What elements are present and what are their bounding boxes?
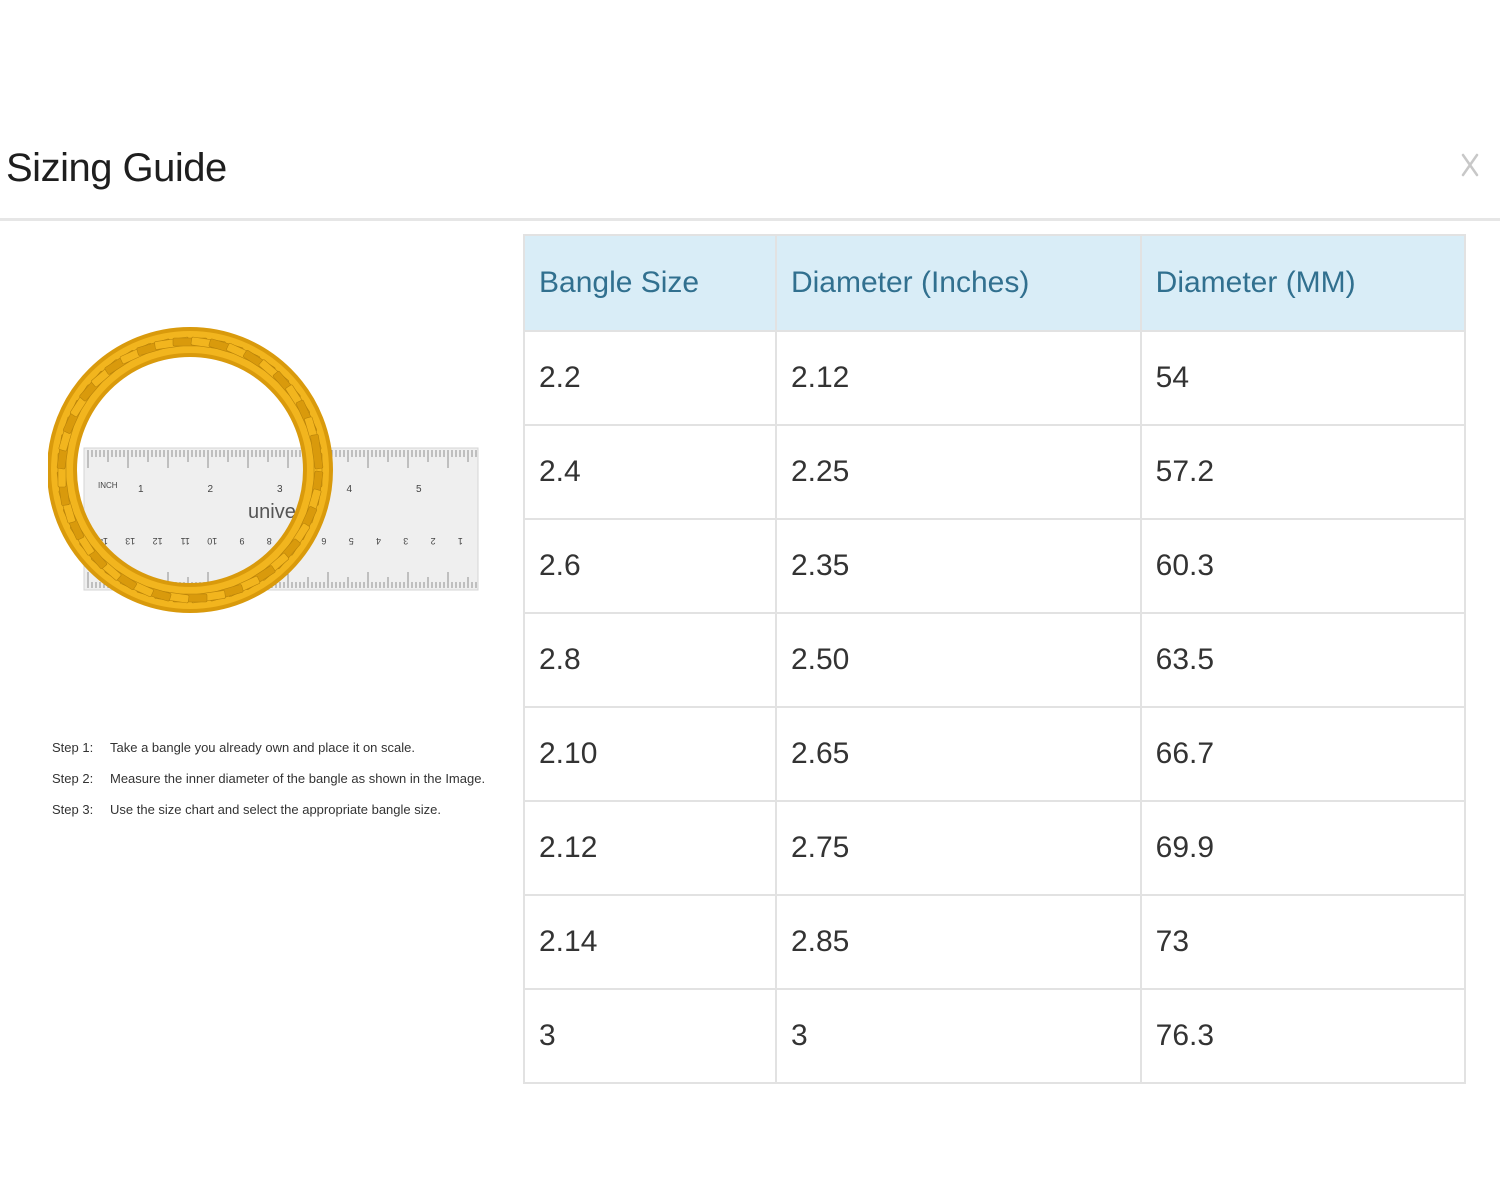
cell-bangle-size: 2.10 [523, 706, 777, 802]
ruler-inch-number: 1 [138, 484, 144, 495]
cell-diameter-mm: 54 [1139, 330, 1467, 426]
modal-header: Sizing Guide [0, 128, 1500, 221]
table-row: 2.10 2.65 66.7 [523, 706, 1467, 802]
cell-bangle-size: 2.2 [523, 330, 777, 426]
cell-bangle-size: 2.8 [523, 612, 777, 708]
table-row: 2.6 2.35 60.3 [523, 518, 1467, 614]
ruler-cm-number: 4 [376, 536, 381, 546]
step-label: Step 2: [52, 771, 94, 786]
ruler-cm-number: 12 [153, 536, 163, 546]
cell-diameter-inches: 2.25 [774, 424, 1142, 520]
cell-diameter-mm: 66.7 [1139, 706, 1467, 802]
ruler-cm-number: 11 [181, 536, 190, 546]
step-item: Step 2: Measure the inner diameter of th… [52, 763, 492, 794]
cell-bangle-size: 3 [523, 988, 777, 1084]
ruler-cm-number: 5 [349, 536, 354, 546]
table-row: 2.12 2.75 69.9 [523, 800, 1467, 896]
ruler-cm-number: 6 [321, 536, 326, 546]
cell-bangle-size: 2.12 [523, 800, 777, 896]
step-item: Step 1: Take a bangle you already own an… [52, 732, 492, 763]
header-bangle-size: Bangle Size [523, 234, 777, 332]
cell-diameter-mm: 60.3 [1139, 518, 1467, 614]
table-row: 2.2 2.12 54 [523, 330, 1467, 426]
ruler-inch-number: 4 [347, 484, 353, 495]
header-diameter-inches: Diameter (Inches) [774, 234, 1142, 332]
close-icon [1461, 153, 1479, 177]
cell-diameter-inches: 2.12 [774, 330, 1142, 426]
step-text: Measure the inner diameter of the bangle… [110, 771, 486, 786]
step-text: Use the size chart and select the approp… [110, 802, 441, 817]
cell-bangle-size: 2.4 [523, 424, 777, 520]
ruler-cm-number: 1 [458, 536, 463, 546]
modal-title: Sizing Guide [6, 146, 227, 190]
cell-diameter-inches: 2.35 [774, 518, 1142, 614]
ruler-cm-number: 3 [403, 536, 408, 546]
cell-diameter-mm: 76.3 [1139, 988, 1467, 1084]
ruler-inch-label: INCH [98, 481, 118, 490]
step-label: Step 3: [52, 802, 94, 817]
cell-diameter-mm: 69.9 [1139, 800, 1467, 896]
cell-diameter-mm: 57.2 [1139, 424, 1467, 520]
ruler-cm-number: 2 [431, 536, 436, 546]
ruler-inch-number: 2 [208, 484, 214, 495]
cell-diameter-inches: 2.75 [774, 800, 1142, 896]
step-text: Take a bangle you already own and place … [110, 740, 415, 755]
table-row: 3 3 76.3 [523, 988, 1467, 1084]
bangle-measure-illustration: INCH 12345 universa 1413121110987654321 [48, 327, 479, 613]
cell-diameter-inches: 3 [774, 988, 1142, 1084]
table-header-row: Bangle Size Diameter (Inches) Diameter (… [523, 234, 1467, 332]
ruler-cm-number: 8 [267, 536, 272, 546]
cell-diameter-mm: 63.5 [1139, 612, 1467, 708]
ruler-cm-number: 10 [207, 536, 217, 546]
ruler-cm-number: 9 [239, 536, 244, 546]
cell-bangle-size: 2.6 [523, 518, 777, 614]
table-row: 2.8 2.50 63.5 [523, 612, 1467, 708]
measuring-steps: Step 1: Take a bangle you already own an… [52, 732, 492, 825]
cell-diameter-inches: 2.50 [774, 612, 1142, 708]
step-label: Step 1: [52, 740, 94, 755]
cell-diameter-inches: 2.85 [774, 894, 1142, 990]
header-diameter-mm: Diameter (MM) [1139, 234, 1467, 332]
cell-diameter-inches: 2.65 [774, 706, 1142, 802]
ruler-inch-number: 5 [416, 484, 422, 495]
ruler-cm-number: 13 [125, 536, 135, 546]
sizing-guide-modal: Sizing Guide INCH 12345 universa 14 13 12 1… [0, 128, 1500, 1128]
step-item: Step 3: Use the size chart and select th… [52, 794, 492, 825]
table-row: 2.14 2.85 73 [523, 894, 1467, 990]
ruler-inch-number: 3 [277, 484, 283, 495]
table-row: 2.4 2.25 57.2 [523, 424, 1467, 520]
cell-bangle-size: 2.14 [523, 894, 777, 990]
close-button[interactable] [1454, 146, 1486, 182]
bangle-size-table: Bangle Size Diameter (Inches) Diameter (… [523, 234, 1467, 1084]
cell-diameter-mm: 73 [1139, 894, 1467, 990]
